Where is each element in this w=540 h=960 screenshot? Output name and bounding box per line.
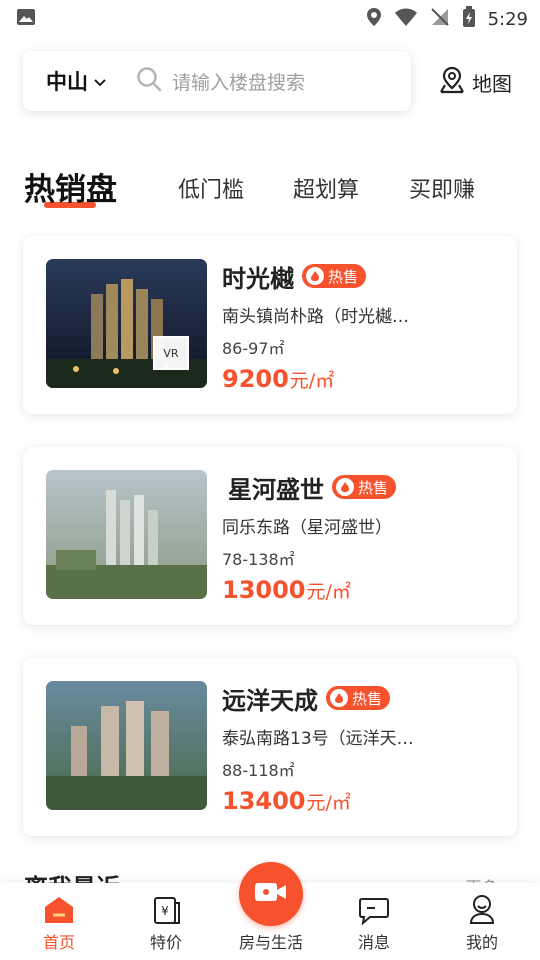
nav-profile-label: 我的 — [465, 933, 498, 952]
city-selector[interactable]: 中山 — [46, 66, 136, 96]
fire-icon — [306, 267, 324, 285]
search-bar[interactable]: 中山 请输入楼盘搜索 — [23, 51, 411, 111]
price-unit: 元/㎡ — [289, 370, 335, 392]
tab-low-threshold[interactable]: 低门槛 — [178, 172, 244, 204]
chevron-down-icon — [94, 72, 106, 91]
listing-name: 时光樾 — [222, 264, 294, 293]
nav-life-label: 房与生活 — [238, 933, 303, 952]
tab-hot-sale[interactable]: 热销盘 — [24, 164, 117, 209]
clock: 5:29 — [487, 8, 528, 30]
nav-home[interactable]: 首页 — [19, 891, 99, 953]
price-unit: 元/㎡ — [306, 792, 351, 814]
svg-text:¥: ¥ — [161, 904, 169, 918]
price-value: 13400 — [222, 787, 306, 815]
nav-life-button[interactable] — [239, 862, 303, 926]
hot-sale-label: 热售 — [358, 478, 389, 497]
no-signal-icon — [430, 7, 450, 31]
search-icon — [136, 66, 162, 96]
gallery-notification-icon — [16, 8, 36, 30]
listing-image — [46, 470, 207, 599]
city-name: 中山 — [46, 70, 88, 94]
listing-card[interactable]: VR 时光樾 热售 南头镇尚朴路（时光樾… 86-97㎡ 9200 元/㎡ — [23, 236, 517, 414]
vr-badge[interactable]: VR — [153, 336, 189, 370]
map-button[interactable]: 地图 — [439, 66, 512, 98]
nav-specials-label: 特价 — [149, 933, 182, 952]
map-label: 地图 — [472, 71, 512, 96]
status-icons: 5:29 — [366, 6, 528, 32]
search-input[interactable]: 请输入楼盘搜索 — [172, 68, 305, 95]
listing-name: 远洋天成 — [222, 686, 318, 715]
tab-good-value[interactable]: 超划算 — [293, 172, 359, 204]
price-value: 13000 — [222, 576, 306, 604]
profile-icon — [442, 891, 522, 925]
listing-price: 13400 元/㎡ — [222, 787, 502, 815]
listing-card[interactable]: 远洋天成 热售 泰弘南路13号（远洋天… 88-118㎡ 13400 元/㎡ — [23, 658, 517, 836]
battery-charging-icon — [462, 6, 476, 32]
listing-area: 88-118㎡ — [222, 761, 295, 780]
listing-area: 78-138㎡ — [222, 550, 295, 569]
nav-home-label: 首页 — [42, 933, 75, 952]
listing-price: 9200 元/㎡ — [222, 365, 502, 393]
listing-price: 13000 元/㎡ — [222, 576, 502, 604]
map-pin-icon — [439, 66, 465, 98]
listing-area: 86-97㎡ — [222, 339, 285, 358]
nav-specials[interactable]: ¥ 特价 — [126, 891, 206, 953]
hot-sale-badge: 热售 — [302, 264, 367, 288]
category-tabs: 热销盘 低门槛 超划算 买即赚 — [0, 160, 540, 220]
price-unit: 元/㎡ — [306, 581, 351, 603]
fire-icon — [330, 689, 348, 707]
wifi-icon — [394, 7, 418, 31]
listing-address: 南头镇尚朴路（时光樾… — [222, 307, 409, 327]
hot-sale-label: 热售 — [328, 267, 359, 286]
status-bar: 5:29 — [0, 0, 540, 36]
listing-name: 星河盛世 — [228, 475, 324, 504]
hot-sale-badge: 热售 — [332, 475, 397, 499]
nav-messages[interactable]: 消息 — [334, 891, 414, 953]
nav-messages-label: 消息 — [357, 933, 390, 952]
listing-image: VR — [46, 259, 207, 388]
hot-sale-badge: 热售 — [326, 686, 391, 710]
price-value: 9200 — [222, 365, 289, 393]
nav-profile[interactable]: 我的 — [442, 891, 522, 953]
listing-card[interactable]: 星河盛世 热售 同乐东路（星河盛世） 78-138㎡ 13000 元/㎡ — [23, 447, 517, 625]
listing-address: 同乐东路（星河盛世） — [222, 518, 392, 538]
video-camera-icon — [253, 880, 289, 908]
message-icon — [334, 891, 414, 925]
price-tag-icon: ¥ — [126, 891, 206, 925]
location-icon — [366, 7, 382, 31]
listing-address: 泰弘南路13号（远洋天… — [222, 729, 414, 749]
hot-sale-label: 热售 — [352, 689, 383, 708]
fire-icon — [336, 478, 354, 496]
listing-image — [46, 681, 207, 810]
home-icon — [19, 891, 99, 925]
tab-buy-to-earn[interactable]: 买即赚 — [409, 172, 475, 204]
